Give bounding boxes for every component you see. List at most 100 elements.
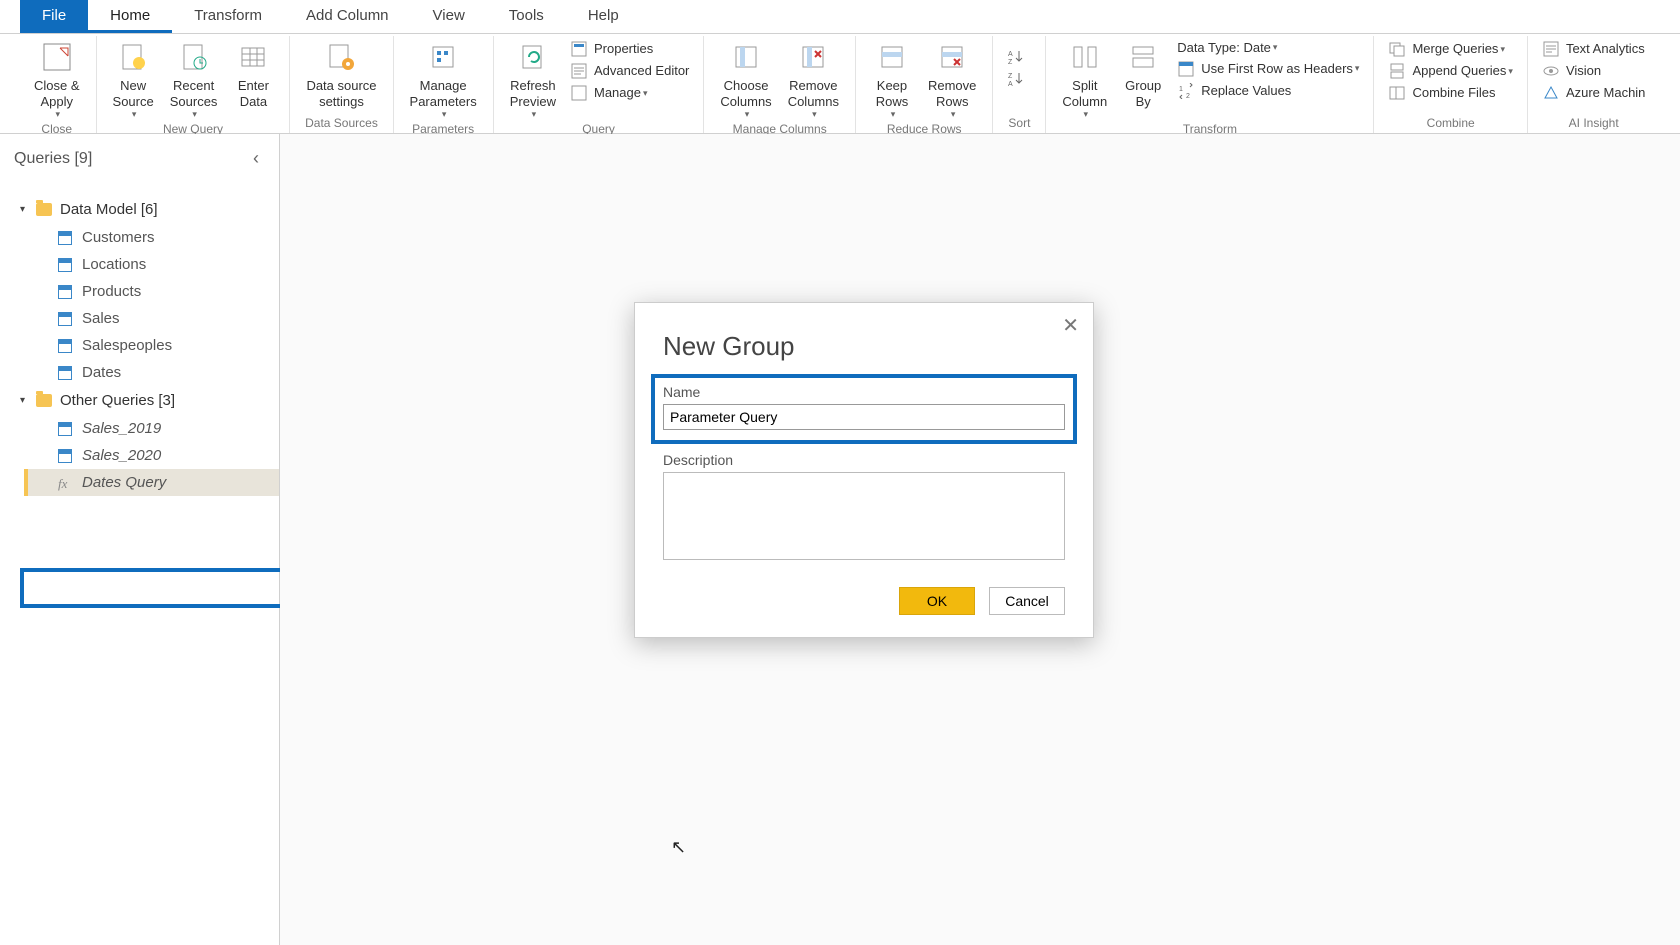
table-icon [58,285,72,299]
text-analytics-icon [1542,40,1560,58]
sort-desc-button[interactable]: ZA [1001,68,1037,90]
vision-icon [1542,62,1560,80]
ok-button[interactable]: OK [899,587,975,615]
azure-ml-icon [1542,84,1560,102]
azure-ml-button[interactable]: Azure Machin [1536,82,1651,104]
cursor-icon: ↖ [671,837,686,858]
tab-help[interactable]: Help [566,0,641,33]
combine-files-button[interactable]: Combine Files [1382,82,1518,104]
merge-queries-button[interactable]: Merge Queries▾ [1382,38,1518,60]
use-first-row-button[interactable]: Use First Row as Headers▾ [1171,58,1365,80]
text-analytics-button[interactable]: Text Analytics [1536,38,1651,60]
ribbon-group-query: Refresh Preview▾ Properties Advanced Edi… [494,36,705,133]
ribbon-group-reduce-rows: Keep Rows▾ Remove Rows▾ Reduce Rows [856,36,993,133]
dialog-close-button[interactable]: ✕ [1062,313,1079,338]
ribbon: Close & Apply▾ Close New Source▾ Recent … [0,34,1680,134]
query-item-sales-2019[interactable]: Sales_2019 [0,415,279,442]
ribbon-group-label: Combine [1427,114,1475,133]
replace-values-button[interactable]: 12Replace Values [1171,80,1365,102]
ribbon-tabs: File Home Transform Add Column View Tool… [0,0,1680,34]
cancel-button[interactable]: Cancel [989,587,1065,615]
new-source-icon [116,40,150,74]
remove-columns-icon [796,40,830,74]
table-icon [58,312,72,326]
append-queries-button[interactable]: Append Queries▾ [1382,60,1518,82]
remove-rows-icon [935,40,969,74]
recent-sources-button[interactable]: Recent Sources▾ [162,36,226,120]
headers-icon [1177,60,1195,78]
description-input[interactable] [663,472,1065,560]
manage-button[interactable]: Manage▾ [564,82,695,104]
query-item-customers[interactable]: Customers [0,224,279,251]
data-source-settings-button[interactable]: Data source settings [298,36,384,109]
choose-columns-icon [729,40,763,74]
svg-text:1: 1 [1179,86,1183,93]
queries-title: Queries [9] [14,150,92,168]
replace-icon: 12 [1177,82,1195,100]
close-apply-button[interactable]: Close & Apply▾ [26,36,88,120]
tab-view[interactable]: View [411,0,487,33]
tab-add-column[interactable]: Add Column [284,0,411,33]
merge-icon [1388,40,1406,58]
table-icon [58,258,72,272]
new-source-button[interactable]: New Source▾ [105,36,162,120]
highlight-annotation [20,568,285,608]
collapse-icon: ▾ [20,395,25,406]
table-icon [58,449,72,463]
ribbon-group-close: Close & Apply▾ Close [18,36,97,133]
tab-tools[interactable]: Tools [487,0,566,33]
manage-icon [570,84,588,102]
ribbon-group-new-query: New Source▾ Recent Sources▾ Enter Data N… [97,36,291,133]
split-column-button[interactable]: Split Column▾ [1054,36,1115,120]
tab-file[interactable]: File [20,0,88,33]
vision-button[interactable]: Vision [1536,60,1651,82]
ribbon-group-data-sources: Data source settings Data Sources [290,36,393,133]
ribbon-group-label: AI Insight [1569,114,1619,133]
query-item-products[interactable]: Products [0,278,279,305]
recent-sources-icon [177,40,211,74]
keep-rows-button[interactable]: Keep Rows▾ [864,36,920,120]
folder-icon [36,203,52,216]
remove-rows-button[interactable]: Remove Rows▾ [920,36,984,120]
gear-icon [324,40,358,74]
ribbon-group-manage-columns: Choose Columns▾ Remove Columns▾ Manage C… [704,36,856,133]
ribbon-group-combine: Merge Queries▾ Append Queries▾ Combine F… [1374,36,1527,133]
advanced-editor-button[interactable]: Advanced Editor [564,60,695,82]
sort-asc-button[interactable]: AZ [1001,46,1037,68]
properties-button[interactable]: Properties [564,38,695,60]
sort-desc-icon: ZA [1007,70,1025,88]
tab-transform[interactable]: Transform [172,0,284,33]
query-item-sales-2020[interactable]: Sales_2020 [0,442,279,469]
table-icon [58,339,72,353]
tab-home[interactable]: Home [88,0,172,33]
new-group-dialog: ✕ New Group Name Description OK Cancel [634,302,1094,638]
query-item-dates-query[interactable]: fxDates Query [24,469,279,496]
enter-data-button[interactable]: Enter Data [225,36,281,109]
highlight-annotation: Name [651,374,1077,444]
query-group-data-model[interactable]: ▾ Data Model [6] [0,195,279,224]
name-input[interactable] [663,404,1065,430]
query-item-locations[interactable]: Locations [0,251,279,278]
group-by-button[interactable]: Group By [1115,36,1171,109]
table-icon [58,231,72,245]
collapse-icon: ▾ [20,204,25,215]
keep-rows-icon [875,40,909,74]
query-item-sales[interactable]: Sales [0,305,279,332]
refresh-preview-button[interactable]: Refresh Preview▾ [502,36,564,120]
ribbon-group-transform: Split Column▾ Group By Data Type: Date▾ … [1046,36,1374,133]
ribbon-group-ai: Text Analytics Vision Azure Machin AI In… [1528,36,1659,133]
query-group-other[interactable]: ▾ Other Queries [3] [0,386,279,415]
manage-parameters-button[interactable]: Manage Parameters▾ [402,36,485,120]
query-item-dates[interactable]: Dates [0,359,279,386]
query-item-salespeoples[interactable]: Salespeoples [0,332,279,359]
collapse-pane-button[interactable]: ‹ [247,148,265,169]
svg-text:Z: Z [1008,59,1013,65]
data-type-button[interactable]: Data Type: Date▾ [1171,38,1365,58]
choose-columns-button[interactable]: Choose Columns▾ [712,36,779,120]
fx-icon: fx [58,476,74,490]
svg-text:2: 2 [1186,93,1190,99]
append-icon [1388,62,1406,80]
remove-columns-button[interactable]: Remove Columns▾ [780,36,847,120]
group-by-icon [1126,40,1160,74]
close-apply-icon [40,40,74,74]
